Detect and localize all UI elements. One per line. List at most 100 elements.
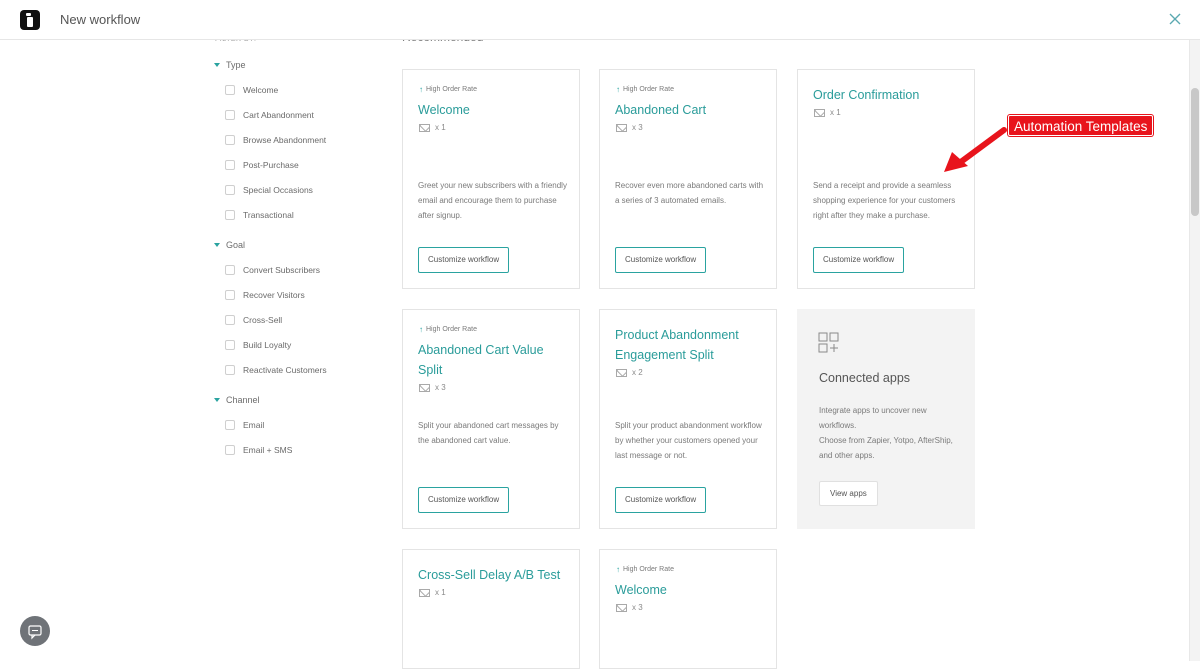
- checkbox[interactable]: [225, 445, 235, 455]
- filter-group-toggle[interactable]: Type: [212, 57, 382, 73]
- card-description: Send a receipt and provide a seamless sh…: [813, 181, 956, 220]
- filter-option-label: Browse Abandonment: [243, 135, 327, 145]
- customize-workflow-button[interactable]: Customize workflow: [615, 487, 707, 513]
- scrollbar-thumb[interactable]: [1191, 88, 1199, 216]
- checkbox[interactable]: [225, 210, 235, 220]
- workflow-card-welcome-series[interactable]: ↑ High Order Rate Welcome x 3: [599, 549, 777, 669]
- card-title[interactable]: Welcome: [418, 100, 568, 120]
- card-title[interactable]: Welcome: [615, 580, 765, 600]
- connected-apps-card: Connected apps Integrate apps to uncover…: [797, 309, 975, 529]
- arrow-up-icon: ↑: [419, 85, 423, 94]
- email-count: x 3: [419, 383, 446, 392]
- email-count-label: x 1: [435, 588, 446, 597]
- filter-option-cross-sell[interactable]: Cross-Sell: [212, 312, 382, 328]
- filter-option-convert-subscribers[interactable]: Convert Subscribers: [212, 262, 382, 278]
- email-count: x 1: [814, 108, 841, 117]
- close-icon[interactable]: [1166, 10, 1184, 28]
- envelope-icon: [616, 603, 627, 612]
- filter-option-label: Post-Purchase: [243, 160, 299, 170]
- high-order-rate-badge: ↑ High Order Rate: [419, 85, 477, 94]
- filter-option-transactional[interactable]: Transactional: [212, 207, 382, 223]
- badge-label: High Order Rate: [623, 566, 674, 573]
- filter-option-reactivate-customers[interactable]: Reactivate Customers: [212, 362, 382, 378]
- checkbox[interactable]: [225, 420, 235, 430]
- checkbox[interactable]: [225, 160, 235, 170]
- checkbox[interactable]: [225, 365, 235, 375]
- card-title[interactable]: Abandoned Cart: [615, 100, 765, 120]
- filter-option-label: Cross-Sell: [243, 315, 283, 325]
- card-title[interactable]: Cross-Sell Delay A/B Test: [418, 565, 568, 585]
- email-count-label: x 2: [632, 368, 643, 377]
- checkbox[interactable]: [225, 290, 235, 300]
- filter-option-special-occasions[interactable]: Special Occasions: [212, 182, 382, 198]
- chat-button[interactable]: [20, 616, 50, 646]
- card-title[interactable]: Abandoned Cart Value Split: [418, 340, 568, 380]
- chat-icon: [28, 625, 42, 640]
- page-title: New workflow: [60, 12, 141, 27]
- customize-workflow-button[interactable]: Customize workflow: [615, 247, 707, 273]
- workflow-card-order-confirmation[interactable]: Order Confirmation x 1 Send a receipt an…: [797, 69, 975, 289]
- filter-option-label: Transactional: [243, 210, 294, 220]
- card-description: Greet your new subscribers with a friend…: [418, 181, 567, 220]
- customize-workflow-button[interactable]: Customize workflow: [418, 247, 510, 273]
- card-description: Split your product abandonment workflow …: [615, 421, 762, 460]
- app-logo: [20, 10, 40, 30]
- filter-group-toggle[interactable]: Channel: [212, 392, 382, 408]
- checkbox[interactable]: [225, 315, 235, 325]
- card-description: Recover even more abandoned carts with a…: [615, 181, 764, 205]
- checkbox[interactable]: [225, 135, 235, 145]
- badge-label: High Order Rate: [426, 326, 477, 333]
- filter-option-post-purchase[interactable]: Post-Purchase: [212, 157, 382, 173]
- envelope-icon: [419, 383, 430, 392]
- workflow-card-cross-sell-delay-ab-test[interactable]: Cross-Sell Delay A/B Test x 1: [402, 549, 580, 669]
- workflow-card-welcome[interactable]: ↑ High Order Rate Welcome x 1 Greet your …: [402, 69, 580, 289]
- filter-option-build-loyalty[interactable]: Build Loyalty: [212, 337, 382, 353]
- envelope-icon: [616, 368, 627, 377]
- email-count: x 2: [616, 368, 643, 377]
- filter-option-label: Build Loyalty: [243, 340, 292, 350]
- checkbox[interactable]: [225, 110, 235, 120]
- checkbox[interactable]: [225, 265, 235, 275]
- customize-workflow-button[interactable]: Customize workflow: [418, 487, 510, 513]
- email-count: x 1: [419, 123, 446, 132]
- workflow-card-product-abandonment-engagement-split[interactable]: Product Abandonment Engagement Split x 2…: [599, 309, 777, 529]
- workflow-card-abandoned-cart-value-split[interactable]: ↑ High Order Rate Abandoned Cart Value Sp…: [402, 309, 580, 529]
- card-title[interactable]: Product Abandonment Engagement Split: [615, 325, 765, 365]
- workflow-card-abandoned-cart[interactable]: ↑ High Order Rate Abandoned Cart x 3 Reco…: [599, 69, 777, 289]
- customize-workflow-button[interactable]: Customize workflow: [813, 247, 905, 273]
- filter-option-browse-abandonment[interactable]: Browse Abandonment: [212, 132, 382, 148]
- checkbox[interactable]: [225, 85, 235, 95]
- checkbox[interactable]: [225, 340, 235, 350]
- checkbox[interactable]: [225, 185, 235, 195]
- filter-option-label: Cart Abandonment: [243, 110, 314, 120]
- filter-group-channel: Channel Email Email + SMS: [212, 392, 382, 458]
- annotation-label: Automation Templates: [1008, 115, 1154, 136]
- top-bar: New workflow: [0, 0, 1200, 40]
- connected-apps-title: Connected apps: [819, 371, 911, 385]
- filter-option-label: Reactivate Customers: [243, 365, 327, 375]
- envelope-icon: [814, 108, 825, 117]
- filter-option-email[interactable]: Email: [212, 417, 382, 433]
- filter-group-label: Channel: [226, 395, 260, 405]
- arrow-up-icon: ↑: [419, 325, 423, 334]
- filter-option-email-sms[interactable]: Email + SMS: [212, 442, 382, 458]
- filter-group-type: Type Welcome Cart Abandonment Browse Aba…: [212, 57, 382, 223]
- filter-option-welcome[interactable]: Welcome: [212, 82, 382, 98]
- envelope-icon: [616, 123, 627, 132]
- filter-group-toggle[interactable]: Goal: [212, 237, 382, 253]
- envelope-icon: [419, 588, 430, 597]
- connected-apps-description: Integrate apps to uncover new workflows.…: [819, 406, 953, 460]
- filter-option-cart-abandonment[interactable]: Cart Abandonment: [212, 107, 382, 123]
- email-count: x 1: [419, 588, 446, 597]
- card-title[interactable]: Order Confirmation: [813, 85, 963, 105]
- filter-option-recover-visitors[interactable]: Recover Visitors: [212, 287, 382, 303]
- caret-down-icon: [214, 243, 220, 247]
- filter-option-label: Special Occasions: [243, 185, 313, 195]
- high-order-rate-badge: ↑ High Order Rate: [419, 325, 477, 334]
- email-count-label: x 1: [830, 108, 841, 117]
- view-apps-button[interactable]: View apps: [819, 481, 878, 506]
- card-description: Split your abandoned cart messages by th…: [418, 421, 559, 445]
- filter-option-label: Convert Subscribers: [243, 265, 321, 275]
- high-order-rate-badge: ↑ High Order Rate: [616, 565, 674, 574]
- arrow-up-icon: ↑: [616, 565, 620, 574]
